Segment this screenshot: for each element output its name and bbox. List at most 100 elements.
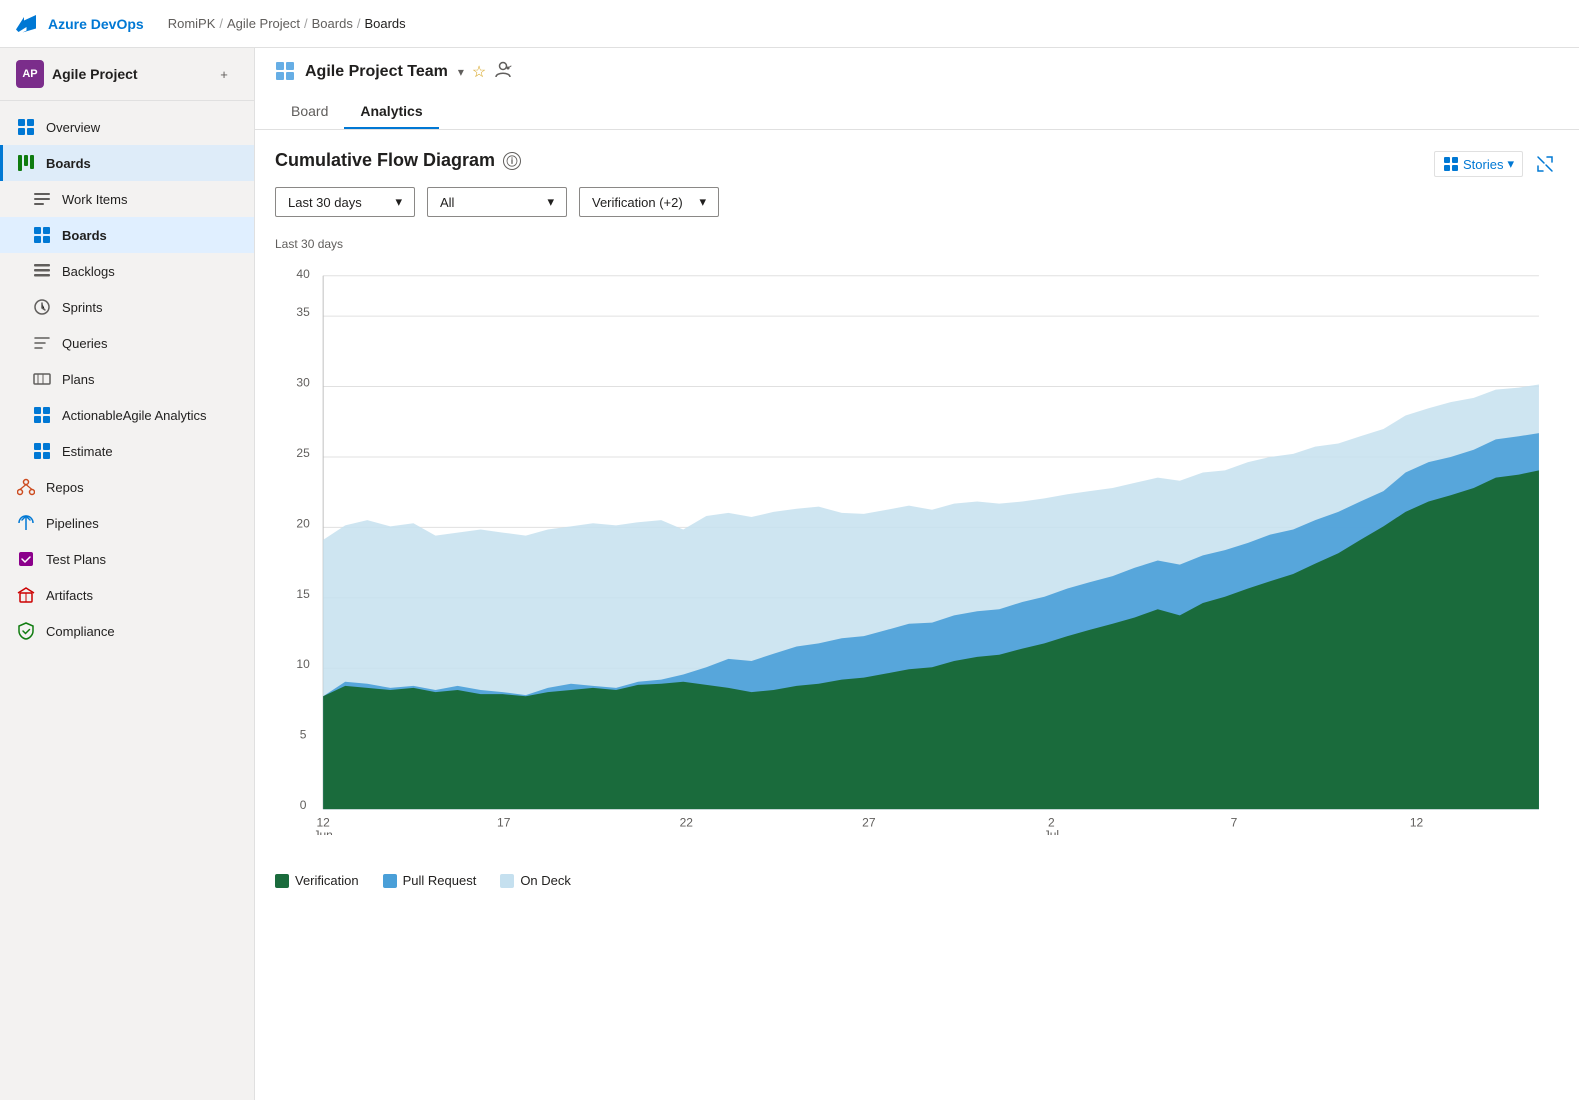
type-chevron-icon: ▾: [547, 194, 554, 210]
team-grid-icon: [275, 61, 297, 83]
overview-label: Overview: [46, 120, 100, 135]
sprints-icon: [32, 297, 52, 317]
test-plans-label: Test Plans: [46, 552, 106, 567]
plans-label: Plans: [62, 372, 95, 387]
sidebar-item-artifacts[interactable]: Artifacts: [0, 577, 254, 613]
stories-chevron-icon: ▾: [1507, 156, 1514, 172]
sidebar-nav: Overview Boards Work Items: [0, 101, 254, 657]
legend-label-ondeck: On Deck: [520, 873, 571, 888]
pipelines-label: Pipelines: [46, 516, 99, 531]
work-items-label: Work Items: [62, 192, 128, 207]
info-icon[interactable]: ⓘ: [503, 152, 521, 170]
breadcrumb-sep-2: /: [304, 16, 308, 31]
sidebar-item-boards-section[interactable]: Boards: [0, 145, 254, 181]
compliance-icon: [16, 621, 36, 641]
sidebar-item-pipelines[interactable]: Pipelines: [0, 505, 254, 541]
tab-analytics[interactable]: Analytics: [344, 95, 438, 129]
tab-board[interactable]: Board: [275, 95, 344, 129]
sidebar: AP Agile Project + Overview Boards: [0, 48, 255, 1100]
chart-legend: Verification Pull Request On Deck: [275, 865, 1559, 896]
svg-text:Jul: Jul: [1044, 828, 1059, 835]
sidebar-project: AP Agile Project: [16, 60, 138, 88]
sidebar-item-testplans[interactable]: Test Plans: [0, 541, 254, 577]
legend-color-verification: [275, 874, 289, 888]
svg-text:35: 35: [296, 305, 310, 319]
stages-chevron-icon: ▾: [699, 194, 706, 210]
tabs: Board Analytics: [275, 95, 1559, 129]
sidebar-item-backlogs[interactable]: Backlogs: [0, 253, 254, 289]
sidebar-item-queries[interactable]: Queries: [0, 325, 254, 361]
svg-text:Jun: Jun: [313, 828, 332, 835]
content-toolbar: Stories ▾: [1434, 150, 1559, 178]
backlogs-icon: [32, 261, 52, 281]
repos-label: Repos: [46, 480, 84, 495]
svg-text:27: 27: [862, 816, 876, 830]
project-name: Agile Project: [52, 66, 138, 82]
legend-color-pullrequest: [383, 874, 397, 888]
sidebar-item-boards[interactable]: Boards: [0, 217, 254, 253]
expand-button[interactable]: [1531, 150, 1559, 178]
breadcrumb-romipk[interactable]: RomiPK: [168, 16, 216, 31]
svg-text:12: 12: [1410, 816, 1424, 830]
sidebar-item-work-items[interactable]: Work Items: [0, 181, 254, 217]
stories-dropdown[interactable]: Stories ▾: [1434, 151, 1523, 177]
app-name: Azure DevOps: [48, 16, 144, 32]
breadcrumb-boards2[interactable]: Boards: [364, 16, 405, 31]
breadcrumb-sep-3: /: [357, 16, 361, 31]
legend-label-verification: Verification: [295, 873, 359, 888]
sidebar-item-plans[interactable]: Plans: [0, 361, 254, 397]
cumulative-flow-chart: 0 5 10 15 20 25 30 35 40: [275, 255, 1559, 835]
team-chevron-icon[interactable]: ▾: [458, 65, 464, 79]
sidebar-item-repos[interactable]: Repos: [0, 469, 254, 505]
breadcrumb: RomiPK / Agile Project / Boards / Boards: [168, 16, 406, 31]
svg-text:25: 25: [296, 446, 310, 460]
team-person-icon[interactable]: [494, 60, 512, 83]
boards-section-label: Boards: [46, 156, 91, 171]
queries-icon: [32, 333, 52, 353]
legend-label-pullrequest: Pull Request: [403, 873, 477, 888]
overview-icon: [16, 117, 36, 137]
queries-label: Queries: [62, 336, 108, 351]
app-logo[interactable]: Azure DevOps: [16, 12, 144, 36]
svg-text:30: 30: [296, 375, 310, 389]
breadcrumb-agileproject[interactable]: Agile Project: [227, 16, 300, 31]
sidebar-item-overview[interactable]: Overview: [0, 109, 254, 145]
topbar: Azure DevOps RomiPK / Agile Project / Bo…: [0, 0, 1579, 48]
repos-icon: [16, 477, 36, 497]
sidebar-item-compliance[interactable]: Compliance: [0, 613, 254, 649]
sidebar-item-estimate[interactable]: Estimate: [0, 433, 254, 469]
svg-text:5: 5: [300, 728, 307, 742]
sidebar-item-sprints[interactable]: Sprints: [0, 289, 254, 325]
filters-row: Last 30 days ▾ All ▾ Verification (+2) ▾: [275, 187, 1559, 217]
team-name: Agile Project Team: [305, 63, 448, 81]
artifacts-icon: [16, 585, 36, 605]
backlogs-label: Backlogs: [62, 264, 115, 279]
type-dropdown[interactable]: All ▾: [427, 187, 567, 217]
chart-period-label: Last 30 days: [275, 237, 1559, 251]
pipelines-icon: [16, 513, 36, 533]
boards-nav-icon: [32, 225, 52, 245]
legend-item-pullrequest: Pull Request: [383, 873, 477, 888]
diagram-title-area: Cumulative Flow Diagram ⓘ: [275, 150, 1559, 171]
boards-section-icon: [16, 153, 36, 173]
svg-text:20: 20: [296, 516, 310, 530]
breadcrumb-boards1[interactable]: Boards: [312, 16, 353, 31]
svg-text:7: 7: [1231, 816, 1238, 830]
team-star-icon[interactable]: ☆: [472, 62, 486, 82]
stories-icon: [1443, 156, 1459, 172]
sidebar-header: AP Agile Project +: [0, 48, 254, 101]
sidebar-item-actionable[interactable]: ActionableAgile Analytics: [0, 397, 254, 433]
content-header: Agile Project Team ▾ ☆ Board Analytics: [255, 48, 1579, 130]
add-project-button[interactable]: +: [210, 60, 238, 88]
chart-container: Last 30 days 0 5 10 15 20 25 30 35 40: [275, 237, 1559, 857]
estimate-label: Estimate: [62, 444, 113, 459]
project-avatar: AP: [16, 60, 44, 88]
estimate-icon: [32, 441, 52, 461]
stages-dropdown[interactable]: Verification (+2) ▾: [579, 187, 719, 217]
sprints-label: Sprints: [62, 300, 102, 315]
content-body: Stories ▾ Cumulative Flow Diagram ⓘ Last…: [255, 130, 1579, 1100]
svg-text:10: 10: [296, 657, 310, 671]
azure-devops-icon: [16, 12, 40, 36]
time-range-dropdown[interactable]: Last 30 days ▾: [275, 187, 415, 217]
diagram-title-text: Cumulative Flow Diagram: [275, 150, 495, 171]
